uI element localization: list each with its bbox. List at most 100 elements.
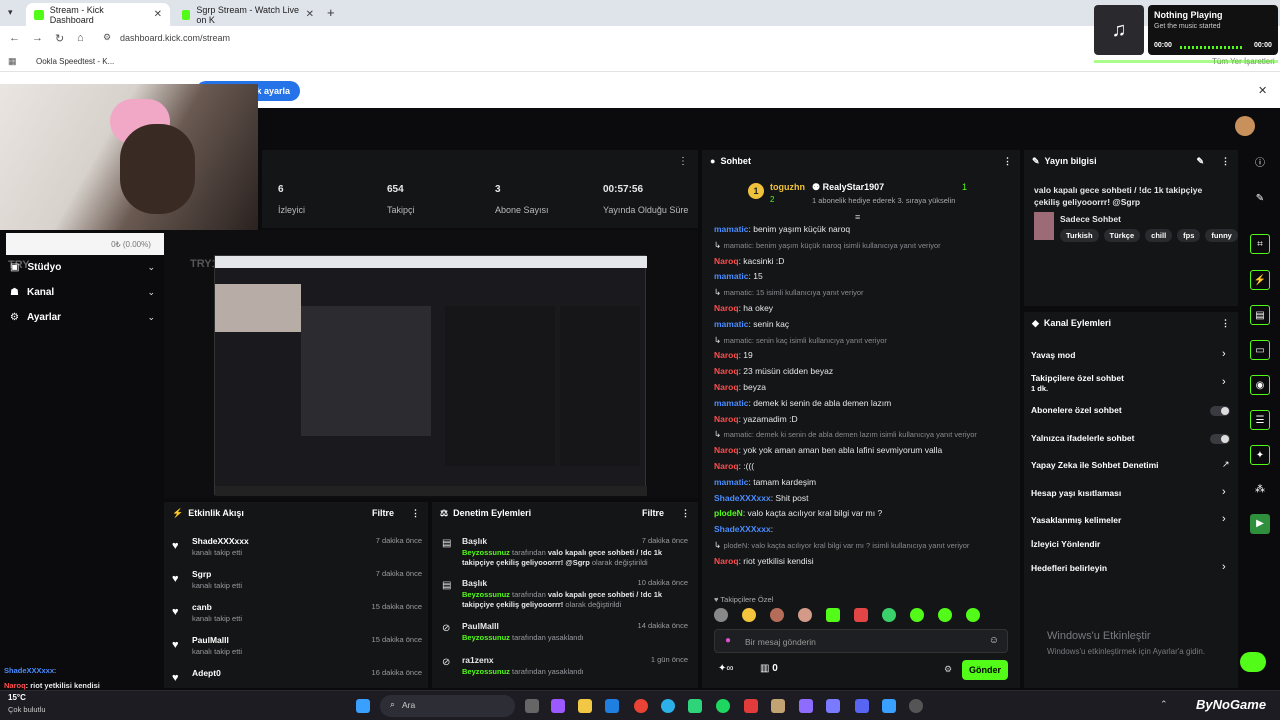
chat-username[interactable]: Naroq <box>714 445 739 455</box>
chat-username[interactable]: Naroq <box>714 350 739 360</box>
store-icon[interactable] <box>605 699 619 713</box>
chat-username[interactable]: mamatic <box>714 398 749 408</box>
taskbar-search[interactable]: ⌕ Ara <box>380 695 515 717</box>
pencil-icon[interactable]: ✎ <box>1250 189 1270 209</box>
weather-temp[interactable]: 15°C <box>8 693 26 702</box>
chat-username[interactable]: mamatic <box>714 271 749 281</box>
url-field[interactable]: dashboard.kick.com/stream <box>120 33 230 43</box>
tag[interactable]: funny <box>1205 229 1238 242</box>
tag[interactable]: Turkish <box>1060 229 1099 242</box>
emote[interactable] <box>742 608 756 622</box>
stream-preview[interactable]: TRY15000 <box>164 230 698 498</box>
chevron-right-icon[interactable]: › <box>1222 348 1226 360</box>
nav-item-channel[interactable]: ☗ Kanal ⌄ <box>10 282 155 302</box>
external-link-icon[interactable]: ↗ <box>1222 459 1230 470</box>
close-banner-icon[interactable]: ✕ <box>1258 84 1267 97</box>
wrench-icon[interactable]: ✦ <box>1250 445 1270 465</box>
reload-icon[interactable]: ↻ <box>55 32 64 45</box>
discord-icon[interactable] <box>855 699 869 713</box>
task-view-icon[interactable] <box>525 699 539 713</box>
more-icon[interactable]: ⋮ <box>1221 156 1230 167</box>
mod-title[interactable]: ra1zenx <box>462 655 494 665</box>
feed-name[interactable]: PaulMalll <box>192 635 229 645</box>
more-icon[interactable]: ⋮ <box>1003 156 1012 167</box>
home-icon[interactable]: ⌂ <box>77 32 84 44</box>
chat-input[interactable]: Bir mesaj gönderin <box>745 637 816 647</box>
bookmark-speedtest[interactable]: Ookla Speedtest - K... <box>36 57 114 66</box>
feed-name[interactable]: ShadeXXXxxx <box>192 536 249 546</box>
more-icon[interactable]: ⋮ <box>1221 318 1230 329</box>
chat-username[interactable]: plodeN <box>714 508 743 518</box>
chat-username[interactable]: Naroq <box>714 556 739 566</box>
ai-moderation-label[interactable]: Yapay Zeka ile Sohbet Denetimi <box>1031 460 1159 470</box>
subscribers-only-toggle[interactable] <box>1210 406 1230 416</box>
chat-username[interactable]: ShadeXXXxxx <box>714 493 771 503</box>
feed-name[interactable]: canb <box>192 602 212 612</box>
category-name[interactable]: Sadece Sohbet <box>1060 214 1121 224</box>
mod-user[interactable]: Beyzossunuz <box>462 590 510 599</box>
more-icon[interactable]: ⋮ <box>411 508 420 519</box>
banned-words-label[interactable]: Yasaklanmış kelimeler <box>1031 515 1121 525</box>
emote[interactable] <box>798 608 812 622</box>
forward-icon[interactable]: → <box>32 32 43 44</box>
chrome-icon[interactable] <box>634 699 648 713</box>
tag[interactable]: fps <box>1177 229 1201 242</box>
slow-mode-label[interactable]: Yavaş mod <box>1031 350 1075 360</box>
close-tab-icon[interactable]: ✕ <box>154 9 162 20</box>
chevron-right-icon[interactable]: › <box>1222 561 1226 573</box>
chevron-up-icon[interactable]: ⌃ <box>1160 699 1168 710</box>
send-button[interactable]: Gönder <box>962 660 1008 680</box>
avatar[interactable] <box>1235 116 1255 136</box>
gift-user[interactable]: RealyStar1907 <box>823 182 885 192</box>
help-button[interactable] <box>1240 652 1266 672</box>
more-icon[interactable]: ⋮ <box>681 508 690 519</box>
lightning-icon[interactable]: ⚡ <box>1250 270 1270 290</box>
edit-icon[interactable]: ✎ <box>1196 156 1204 167</box>
nav-item-studio[interactable]: ▣ Stüdyo ⌄ <box>10 257 155 277</box>
moderation-filter-button[interactable]: Filtre <box>642 508 664 518</box>
chevron-right-icon[interactable]: › <box>1222 513 1226 525</box>
video-icon[interactable]: ▶ <box>1250 514 1270 534</box>
app-icon[interactable] <box>826 699 840 713</box>
back-icon[interactable]: ← <box>9 32 20 44</box>
top-gifter-name[interactable]: toguzhn <box>770 182 805 192</box>
mod-user[interactable]: Beyzossunuz <box>462 548 510 557</box>
chat-username[interactable]: mamatic <box>714 319 749 329</box>
site-info-icon[interactable]: ⚙ <box>103 32 111 43</box>
chat-username[interactable]: Naroq <box>714 382 739 392</box>
folder-icon[interactable] <box>578 699 592 713</box>
chat-input-box[interactable]: ● Bir mesaj gönderin ☺ <box>714 629 1008 653</box>
info-icon[interactable]: ⓘ <box>1250 154 1270 174</box>
account-age-label[interactable]: Hesap yaşı kısıtlaması <box>1031 488 1121 498</box>
chat-username[interactable]: ShadeXXXxxx <box>714 524 771 534</box>
chat-username[interactable]: mamatic <box>714 477 749 487</box>
new-tab-button[interactable]: + <box>327 5 335 20</box>
search-input[interactable]: Ara <box>402 700 415 710</box>
emote-only-toggle[interactable] <box>1210 434 1230 444</box>
app-icon[interactable] <box>771 699 785 713</box>
start-icon[interactable] <box>356 699 370 713</box>
emote[interactable] <box>966 608 980 622</box>
more-icon[interactable]: ⋮ <box>678 156 688 167</box>
weather-text[interactable]: Çok bulutlu <box>8 705 46 714</box>
mod-title[interactable]: PaulMalll <box>462 621 499 631</box>
tag[interactable]: chill <box>1145 229 1173 242</box>
document-icon[interactable]: ▤ <box>1250 305 1270 325</box>
music-progress[interactable] <box>1180 46 1244 49</box>
nav-item-settings[interactable]: ⚙ Ayarlar ⌄ <box>10 307 155 327</box>
tab-sgrp-stream[interactable]: Sgrp Stream - Watch Live on K ✕ <box>174 3 322 26</box>
activity-filter-button[interactable]: Filtre <box>372 508 394 518</box>
emote[interactable] <box>714 608 728 622</box>
feed-name[interactable]: Sgrp <box>192 569 211 579</box>
tag[interactable]: Türkçe <box>1103 229 1141 242</box>
tab-menu-icon[interactable]: ▾ <box>8 7 13 18</box>
app-icon[interactable] <box>882 699 896 713</box>
microphone-icon[interactable]: ● <box>725 635 731 646</box>
collapse-icon[interactable]: ≡ <box>855 212 860 222</box>
copilot-icon[interactable] <box>551 699 565 713</box>
chat-username[interactable]: Naroq <box>714 461 739 471</box>
broadcast-icon[interactable]: ◉ <box>1250 375 1270 395</box>
emote[interactable] <box>910 608 924 622</box>
chat-username[interactable]: Naroq <box>714 414 739 424</box>
app-icon[interactable] <box>744 699 758 713</box>
